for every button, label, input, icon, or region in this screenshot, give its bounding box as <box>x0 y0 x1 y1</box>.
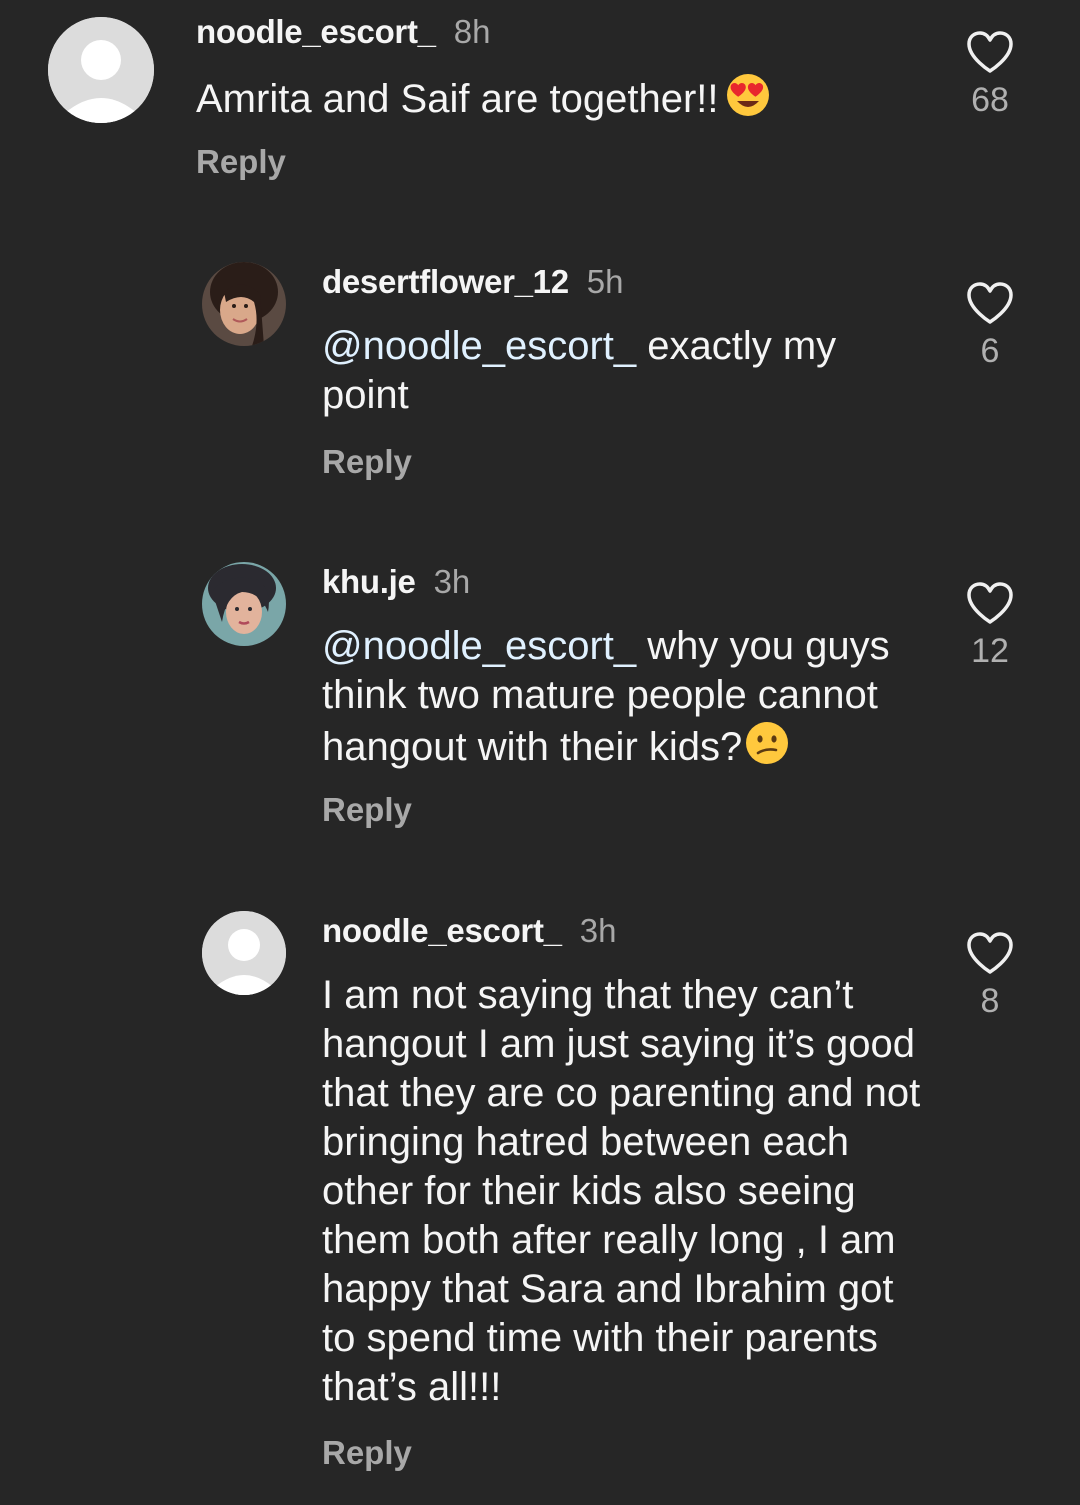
comment-meta: khu.je 3h <box>322 562 470 602</box>
reply-button[interactable]: Reply <box>196 142 286 182</box>
default-avatar-icon[interactable] <box>48 17 154 123</box>
like-count: 68 <box>971 81 1009 119</box>
username[interactable]: noodle_escort_ <box>322 912 562 949</box>
comment-text-content: I am not saying that they can’t hangout … <box>322 973 921 1409</box>
heart-eyes-emoji-icon <box>725 72 771 130</box>
comment-text: Amrita and Saif are together!! <box>196 72 771 130</box>
like-control: 68 <box>940 30 1040 120</box>
reply-comment-item: khu.je 3h @noodle_escort_ why you guys th… <box>0 550 1080 850</box>
heart-icon[interactable] <box>966 581 1014 625</box>
mention-link[interactable]: @noodle_escort_ <box>322 624 636 668</box>
comment-meta: noodle_escort_ 3h <box>322 911 616 951</box>
reply-comment-item: desertflower_12 5h @noodle_escort_ exactl… <box>0 250 1080 500</box>
timestamp: 3h <box>579 912 617 949</box>
reply-comment-item: noodle_escort_ 3h I am not saying that th… <box>0 900 1080 1500</box>
comment-text: I am not saying that they can’t hangout … <box>322 971 932 1412</box>
heart-icon[interactable] <box>966 931 1014 975</box>
mention-link[interactable]: @noodle_escort_ <box>322 324 636 368</box>
timestamp: 3h <box>433 563 471 600</box>
comment-text: @noodle_escort_ why you guys think two m… <box>322 622 932 778</box>
like-count: 12 <box>971 632 1009 670</box>
comment-meta: desertflower_12 5h <box>322 262 624 302</box>
default-avatar-icon[interactable] <box>202 911 286 995</box>
profile-photo-avatar[interactable] <box>202 562 286 646</box>
like-count: 8 <box>980 982 1000 1020</box>
comments-thread: noodle_escort_ 8h Amrita and Saif are tog… <box>0 0 1080 1505</box>
username[interactable]: khu.je <box>322 563 416 600</box>
reply-button[interactable]: Reply <box>322 442 412 482</box>
timestamp: 8h <box>453 13 491 50</box>
comment-text-content: Amrita and Saif are together!! <box>196 77 719 121</box>
username[interactable]: noodle_escort_ <box>196 13 436 50</box>
like-count: 6 <box>980 332 1000 370</box>
profile-photo-avatar[interactable] <box>202 262 286 346</box>
reply-button[interactable]: Reply <box>322 1433 412 1473</box>
like-control: 8 <box>940 931 1040 1021</box>
like-control: 12 <box>940 581 1040 671</box>
heart-icon[interactable] <box>966 281 1014 325</box>
comment-item: noodle_escort_ 8h Amrita and Saif are tog… <box>0 0 1080 200</box>
timestamp: 5h <box>586 263 624 300</box>
like-control: 6 <box>940 281 1040 371</box>
heart-icon[interactable] <box>966 30 1014 74</box>
comment-text: @noodle_escort_ exactly my point <box>322 322 922 420</box>
confused-face-emoji-icon <box>744 720 790 778</box>
username[interactable]: desertflower_12 <box>322 263 569 300</box>
reply-button[interactable]: Reply <box>322 790 412 830</box>
comment-meta: noodle_escort_ 8h <box>196 12 490 52</box>
